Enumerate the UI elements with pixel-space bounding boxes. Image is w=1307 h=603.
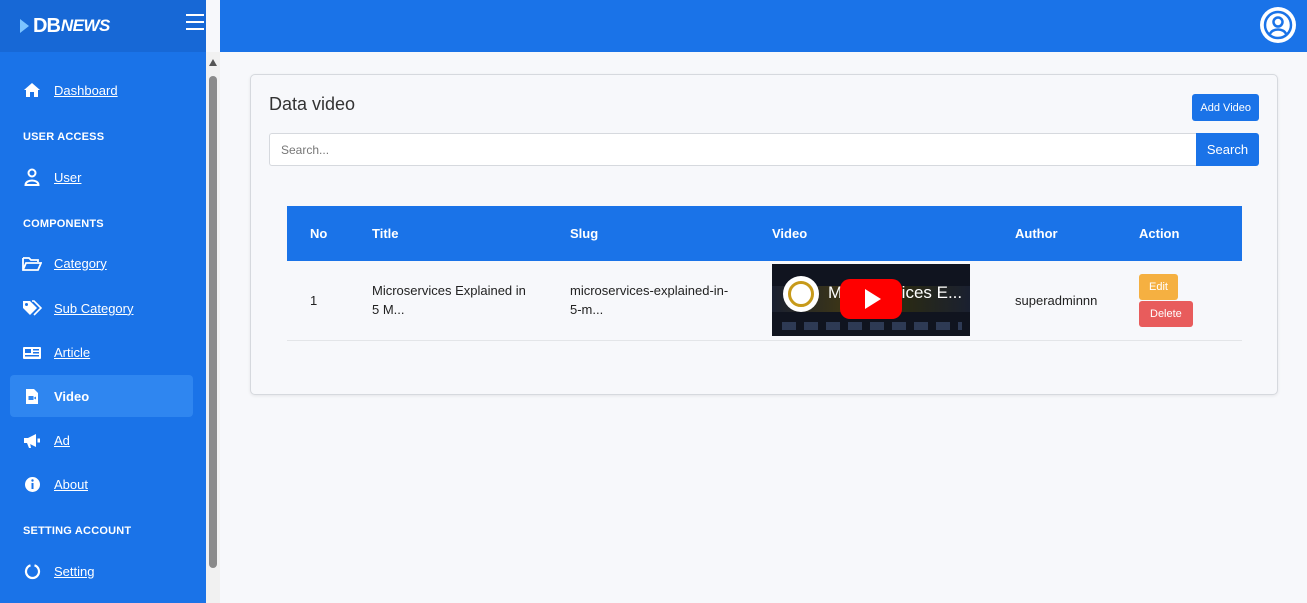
- sidebar-item-label: Video: [54, 388, 90, 404]
- video-embed[interactable]: Microservices E...: [772, 264, 970, 337]
- sidebar-item-setting[interactable]: Setting: [10, 550, 193, 592]
- scroll-thumb[interactable]: [209, 76, 217, 568]
- data-video-card: Data video Add Video Search No Title Slu…: [250, 74, 1278, 395]
- sidebar-item-dashboard[interactable]: Dashboard: [10, 69, 193, 111]
- brand: DB NEWS: [0, 0, 206, 52]
- channel-logo-icon: [783, 276, 819, 313]
- nav-header-components: COMPONENTS: [23, 218, 104, 230]
- sidebar-scrollbar[interactable]: [206, 52, 220, 603]
- search-button[interactable]: Search: [1196, 133, 1259, 166]
- sidebar-item-label: Dashboard: [54, 82, 118, 98]
- folder-open-icon: [22, 253, 42, 273]
- nav-header-user-access: USER ACCESS: [23, 131, 105, 143]
- video-slug: microservices-explained-in-5-m...: [570, 283, 729, 318]
- edit-button[interactable]: Edit: [1139, 273, 1178, 300]
- column-header-title: Title: [372, 226, 399, 241]
- sidebar-item-ad[interactable]: Ad: [10, 419, 193, 461]
- video-title: Microservices Explained in 5 M...: [372, 283, 526, 318]
- page-title: Data video: [269, 94, 356, 114]
- sidebar-item-label: Setting: [54, 563, 95, 579]
- cell-title: Microservices Explained in 5 M...: [372, 261, 570, 340]
- tags-icon: [22, 298, 42, 318]
- cell-action: Edit Delete: [1139, 261, 1242, 340]
- user-icon: [22, 167, 42, 187]
- bullhorn-icon: [22, 430, 42, 450]
- column-header-author: Author: [1015, 226, 1058, 241]
- sidebar-item-label: About: [54, 476, 88, 492]
- column-header-no: No: [310, 226, 328, 241]
- user-circle-icon[interactable]: [1260, 7, 1296, 43]
- brand-mark-icon: [20, 18, 32, 34]
- cell-author: superadminnn: [1015, 292, 1098, 308]
- youtube-play-icon[interactable]: [840, 279, 902, 320]
- column-header-action: Action: [1139, 226, 1180, 241]
- sidebar-item-category[interactable]: Category: [10, 242, 193, 284]
- cell-video: Microservices E...: [772, 261, 1015, 340]
- brand-logo[interactable]: DB NEWS: [20, 15, 110, 38]
- home-icon: [22, 80, 42, 100]
- topbar: [220, 0, 1307, 52]
- table-header-row: No Title Slug Video Author Action: [287, 206, 1242, 261]
- brand-news-text: NEWS: [60, 16, 111, 35]
- sidebar-item-video[interactable]: Video: [10, 375, 193, 417]
- hamburger-menu-icon[interactable]: [186, 14, 204, 30]
- cell-slug: microservices-explained-in-5-m...: [570, 261, 772, 340]
- info-circle-icon: [22, 474, 42, 494]
- video-table: No Title Slug Video Author Action 1 Micr…: [287, 206, 1242, 341]
- sidebar-item-label: Ad: [54, 432, 70, 448]
- sidebar-item-sub-category[interactable]: Sub Category: [10, 287, 193, 329]
- cell-no: 1: [310, 292, 318, 308]
- sidebar-item-user[interactable]: User: [10, 156, 193, 198]
- sidebar-item-label: User: [54, 169, 82, 185]
- sidebar-item-label: Sub Category: [54, 300, 134, 316]
- file-video-icon: [22, 386, 42, 406]
- thumb-decoration: [782, 322, 962, 331]
- brand-db-text: DB: [33, 14, 61, 37]
- sidebar: DB NEWS Dashboard USER ACCESS User COMPO…: [0, 0, 206, 603]
- column-header-video: Video: [772, 226, 808, 241]
- scroll-up-arrow-icon[interactable]: [209, 59, 217, 66]
- sidebar-item-article[interactable]: Article: [10, 331, 193, 373]
- column-header-slug: Slug: [570, 226, 599, 241]
- add-video-button[interactable]: Add Video: [1192, 94, 1259, 121]
- sidebar-item-label: Article: [54, 344, 91, 360]
- search-input[interactable]: [269, 133, 1197, 166]
- delete-button[interactable]: Delete: [1139, 300, 1193, 327]
- sidebar-item-label: Category: [54, 255, 107, 271]
- sidebar-item-about[interactable]: About: [10, 463, 193, 505]
- newspaper-icon: [22, 342, 42, 362]
- table-row: 1 Microservices Explained in 5 M... micr…: [287, 261, 1242, 340]
- nav-header-setting-account: SETTING ACCOUNT: [23, 525, 132, 537]
- circle-notch-icon: [22, 561, 42, 581]
